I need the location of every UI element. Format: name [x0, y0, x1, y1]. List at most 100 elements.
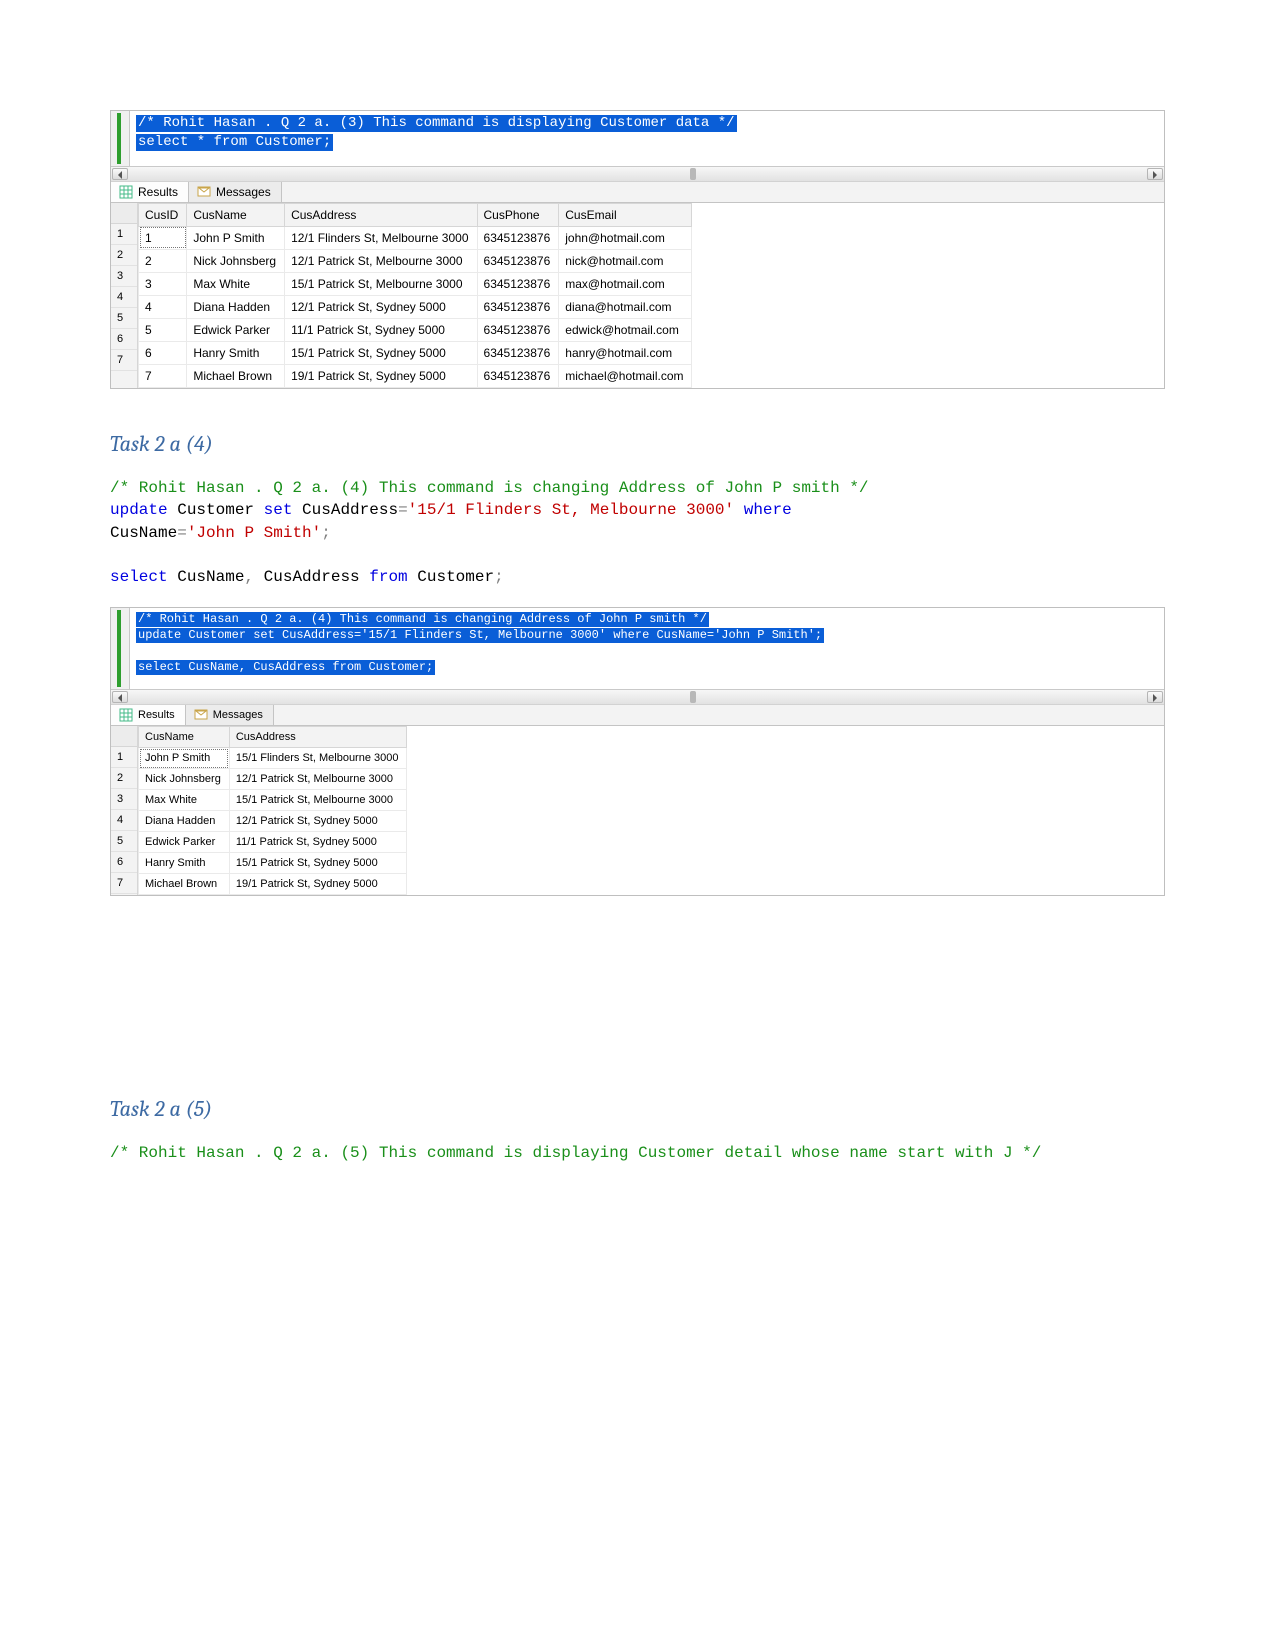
- tab-messages[interactable]: Messages: [189, 182, 282, 202]
- cell[interactable]: 11/1 Patrick St, Sydney 5000: [229, 832, 407, 853]
- row-number[interactable]: 5: [111, 308, 137, 329]
- cell[interactable]: 11/1 Patrick St, Sydney 5000: [285, 318, 477, 341]
- cell[interactable]: 6345123876: [477, 341, 559, 364]
- row-number[interactable]: 2: [111, 245, 137, 266]
- cell[interactable]: 6: [139, 341, 187, 364]
- cell[interactable]: 7: [139, 364, 187, 387]
- row-number[interactable]: 7: [111, 350, 137, 371]
- row-number[interactable]: 2: [111, 768, 137, 789]
- column-header[interactable]: CusPhone: [477, 203, 559, 226]
- table-row[interactable]: Edwick Parker11/1 Patrick St, Sydney 500…: [139, 832, 407, 853]
- cell[interactable]: 6345123876: [477, 295, 559, 318]
- cell[interactable]: 12/1 Flinders St, Melbourne 3000: [285, 226, 477, 249]
- cell[interactable]: Max White: [139, 790, 230, 811]
- row-number[interactable]: 1: [111, 747, 137, 768]
- cell[interactable]: john@hotmail.com: [559, 226, 692, 249]
- cell[interactable]: hanry@hotmail.com: [559, 341, 692, 364]
- cell[interactable]: michael@hotmail.com: [559, 364, 692, 387]
- row-number[interactable]: 4: [111, 287, 137, 308]
- cell[interactable]: Michael Brown: [187, 364, 285, 387]
- column-header[interactable]: CusEmail: [559, 203, 692, 226]
- table-row[interactable]: 3Max White15/1 Patrick St, Melbourne 300…: [139, 272, 692, 295]
- row-number[interactable]: 3: [111, 789, 137, 810]
- table-row[interactable]: Diana Hadden12/1 Patrick St, Sydney 5000: [139, 811, 407, 832]
- cell[interactable]: Nick Johnsberg: [187, 249, 285, 272]
- row-number[interactable]: 3: [111, 266, 137, 287]
- table-row[interactable]: 1John P Smith12/1 Flinders St, Melbourne…: [139, 226, 692, 249]
- cell[interactable]: 12/1 Patrick St, Melbourne 3000: [229, 769, 407, 790]
- cell[interactable]: John P Smith: [139, 748, 230, 769]
- scroll-left-icon[interactable]: [112, 691, 128, 703]
- scroll-right-icon[interactable]: [1147, 691, 1163, 703]
- tab-results[interactable]: Results: [111, 705, 186, 725]
- cell[interactable]: 4: [139, 295, 187, 318]
- cell[interactable]: Nick Johnsberg: [139, 769, 230, 790]
- cell[interactable]: 6345123876: [477, 249, 559, 272]
- table-row[interactable]: Nick Johnsberg12/1 Patrick St, Melbourne…: [139, 769, 407, 790]
- table-row[interactable]: Max White15/1 Patrick St, Melbourne 3000: [139, 790, 407, 811]
- row-number[interactable]: 6: [111, 852, 137, 873]
- column-header[interactable]: CusID: [139, 203, 187, 226]
- cell[interactable]: Michael Brown: [139, 874, 230, 895]
- cell[interactable]: 19/1 Patrick St, Sydney 5000: [229, 874, 407, 895]
- sql-editor[interactable]: /* Rohit Hasan . Q 2 a. (4) This command…: [130, 608, 1164, 690]
- cell[interactable]: Edwick Parker: [187, 318, 285, 341]
- table-row[interactable]: 7Michael Brown19/1 Patrick St, Sydney 50…: [139, 364, 692, 387]
- column-header[interactable]: CusName: [187, 203, 285, 226]
- cell[interactable]: edwick@hotmail.com: [559, 318, 692, 341]
- cell[interactable]: John P Smith: [187, 226, 285, 249]
- row-number[interactable]: 6: [111, 329, 137, 350]
- cell[interactable]: diana@hotmail.com: [559, 295, 692, 318]
- cell[interactable]: Hanry Smith: [187, 341, 285, 364]
- cell[interactable]: 12/1 Patrick St, Melbourne 3000: [285, 249, 477, 272]
- table-row[interactable]: 6Hanry Smith15/1 Patrick St, Sydney 5000…: [139, 341, 692, 364]
- cell[interactable]: 12/1 Patrick St, Sydney 5000: [285, 295, 477, 318]
- table-row[interactable]: 5Edwick Parker11/1 Patrick St, Sydney 50…: [139, 318, 692, 341]
- cell[interactable]: nick@hotmail.com: [559, 249, 692, 272]
- results-grid[interactable]: CusIDCusNameCusAddressCusPhoneCusEmail 1…: [138, 203, 692, 388]
- cell[interactable]: 6345123876: [477, 318, 559, 341]
- cell[interactable]: Diana Hadden: [139, 811, 230, 832]
- cell[interactable]: 15/1 Patrick St, Melbourne 3000: [285, 272, 477, 295]
- cell[interactable]: max@hotmail.com: [559, 272, 692, 295]
- cell[interactable]: 1: [139, 226, 187, 249]
- grid-icon: [119, 185, 133, 199]
- horizontal-scrollbar[interactable]: [111, 689, 1164, 704]
- horizontal-scrollbar[interactable]: [111, 166, 1164, 181]
- cell[interactable]: 3: [139, 272, 187, 295]
- scroll-right-icon[interactable]: [1147, 168, 1163, 180]
- table-row[interactable]: Hanry Smith15/1 Patrick St, Sydney 5000: [139, 853, 407, 874]
- cell[interactable]: 12/1 Patrick St, Sydney 5000: [229, 811, 407, 832]
- scroll-left-icon[interactable]: [112, 168, 128, 180]
- cell[interactable]: 19/1 Patrick St, Sydney 5000: [285, 364, 477, 387]
- cell[interactable]: 6345123876: [477, 364, 559, 387]
- cell[interactable]: 15/1 Flinders St, Melbourne 3000: [229, 748, 407, 769]
- cell[interactable]: Edwick Parker: [139, 832, 230, 853]
- tab-results[interactable]: Results: [111, 182, 189, 202]
- cell[interactable]: 2: [139, 249, 187, 272]
- cell[interactable]: Diana Hadden: [187, 295, 285, 318]
- row-number[interactable]: 1: [111, 224, 137, 245]
- results-grid[interactable]: CusNameCusAddress John P Smith15/1 Flind…: [138, 726, 407, 895]
- table-row[interactable]: 2Nick Johnsberg12/1 Patrick St, Melbourn…: [139, 249, 692, 272]
- results-grid-wrap: 1234567 CusIDCusNameCusAddressCusPhoneCu…: [111, 203, 1164, 388]
- cell[interactable]: Max White: [187, 272, 285, 295]
- table-row[interactable]: John P Smith15/1 Flinders St, Melbourne …: [139, 748, 407, 769]
- table-row[interactable]: Michael Brown19/1 Patrick St, Sydney 500…: [139, 874, 407, 895]
- cell[interactable]: Hanry Smith: [139, 853, 230, 874]
- cell[interactable]: 6345123876: [477, 226, 559, 249]
- cell[interactable]: 15/1 Patrick St, Sydney 5000: [229, 853, 407, 874]
- cell[interactable]: 5: [139, 318, 187, 341]
- cell[interactable]: 15/1 Patrick St, Sydney 5000: [285, 341, 477, 364]
- cell[interactable]: 15/1 Patrick St, Melbourne 3000: [229, 790, 407, 811]
- row-number[interactable]: 7: [111, 873, 137, 894]
- column-header[interactable]: CusAddress: [285, 203, 477, 226]
- cell[interactable]: 6345123876: [477, 272, 559, 295]
- column-header[interactable]: CusAddress: [229, 727, 407, 748]
- sql-editor[interactable]: /* Rohit Hasan . Q 2 a. (3) This command…: [130, 111, 1164, 166]
- row-number[interactable]: 4: [111, 810, 137, 831]
- column-header[interactable]: CusName: [139, 727, 230, 748]
- tab-messages[interactable]: Messages: [186, 705, 274, 725]
- table-row[interactable]: 4Diana Hadden12/1 Patrick St, Sydney 500…: [139, 295, 692, 318]
- row-number[interactable]: 5: [111, 831, 137, 852]
